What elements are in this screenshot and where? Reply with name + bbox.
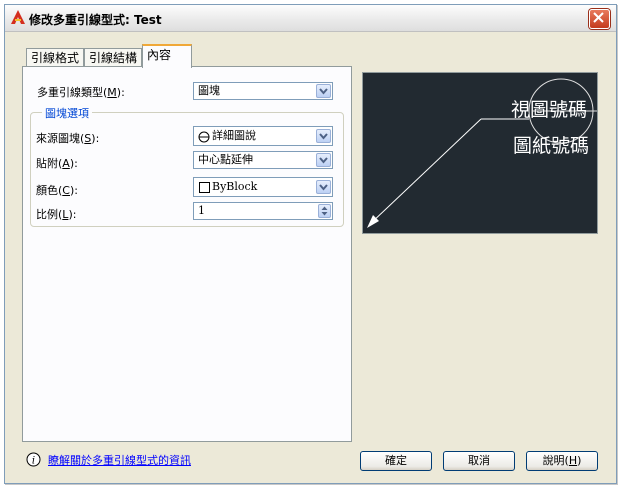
color-select[interactable]: ByBlock: [193, 177, 333, 197]
autocad-logo-icon: [11, 10, 25, 24]
source-block-value: 詳細圖說: [212, 129, 256, 142]
scale-spinner[interactable]: 1: [193, 202, 333, 220]
detail-callout-icon: [198, 131, 210, 143]
preview-sheet-number-text: 圖紙號碼: [513, 135, 590, 157]
multileader-type-label: 多重引線類型(M):: [37, 86, 125, 99]
svg-text:i: i: [32, 456, 35, 467]
info-link[interactable]: 瞭解關於多重引線型式的資訊: [48, 452, 191, 468]
multileader-type-select[interactable]: 圖塊: [193, 82, 333, 100]
chevron-down-icon[interactable]: [316, 129, 331, 143]
attachment-value: 中心點延伸: [198, 153, 253, 166]
color-swatch-icon: [199, 182, 210, 193]
block-options-title: 圖塊選項: [42, 105, 92, 121]
spinner-arrows-icon[interactable]: [318, 204, 331, 218]
close-icon: [593, 12, 604, 23]
tab-content[interactable]: 內容: [142, 44, 192, 68]
title-bar[interactable]: 修改多重引線型式: Test: [5, 5, 616, 32]
tab-leader-structure[interactable]: 引線結構: [84, 48, 142, 66]
info-icon: i: [26, 452, 41, 467]
color-label: 顏色(C):: [36, 184, 78, 197]
help-button[interactable]: 說明(H): [526, 451, 598, 471]
chevron-down-icon[interactable]: [316, 153, 331, 167]
scale-value: 1: [198, 204, 205, 217]
source-block-select[interactable]: 詳細圖說: [193, 126, 333, 146]
preview-view-number-text: 視圖號碼: [511, 99, 588, 121]
cancel-button[interactable]: 取消: [443, 451, 515, 471]
close-button[interactable]: [589, 9, 610, 29]
attachment-label: 貼附(A):: [36, 157, 78, 170]
scale-label: 比例(L):: [36, 208, 77, 221]
attachment-select[interactable]: 中心點延伸: [193, 151, 333, 169]
multileader-type-value: 圖塊: [198, 84, 220, 97]
tab-leader-format[interactable]: 引線格式: [26, 48, 84, 66]
ok-button[interactable]: 確定: [360, 451, 432, 471]
window-title: 修改多重引線型式: Test: [29, 13, 162, 27]
preview-pane: 視圖號碼 圖紙號碼: [362, 72, 598, 234]
chevron-down-icon[interactable]: [316, 180, 331, 194]
color-value: ByBlock: [212, 180, 258, 193]
source-block-label: 來源圖塊(S):: [36, 132, 100, 145]
chevron-down-icon[interactable]: [316, 84, 331, 98]
